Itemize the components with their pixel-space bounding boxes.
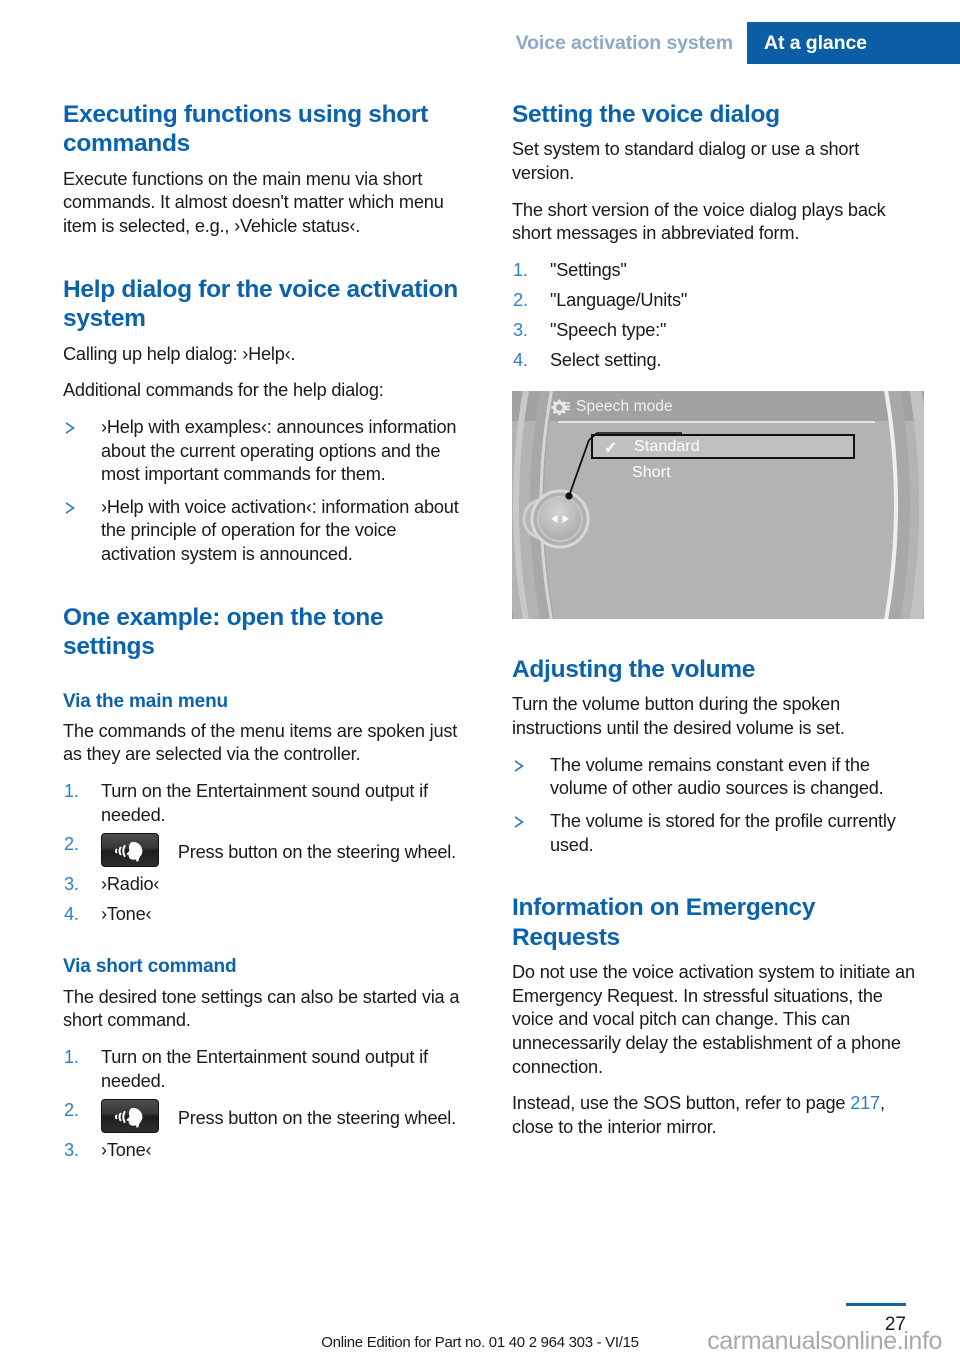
step-number: 3. bbox=[513, 320, 528, 341]
list-item: 1. "Settings" bbox=[512, 259, 924, 283]
sos-text-prefix: Instead, use the SOS button, refer to pa… bbox=[512, 1093, 851, 1114]
paragraph-via-main-menu: The commands of the menu items are spoke… bbox=[63, 720, 458, 765]
help-bullet-list: ›Help with examples‹: announces informat… bbox=[63, 416, 475, 567]
watermark: carmanualsonline.info bbox=[707, 1327, 942, 1355]
paragraph-calling-help: Calling up help dialog: ›Help‹. bbox=[63, 343, 296, 364]
step-text: "Language/Units" bbox=[550, 290, 688, 311]
triangle-bullet-icon bbox=[515, 816, 524, 829]
triangle-bullet-icon bbox=[515, 759, 524, 772]
step-number: 2. bbox=[64, 1100, 79, 1121]
list-item: ›Help with examples‹: announces informat… bbox=[63, 416, 475, 487]
list-item-text: The volume is stored for the profile cur… bbox=[550, 811, 896, 855]
list-item: 1. Turn on the Entertainment sound outpu… bbox=[63, 1046, 475, 1093]
footer-rule bbox=[846, 1303, 906, 1306]
heading-one-example: One example: open the tone settings bbox=[63, 603, 384, 661]
step-text: ›Radio‹ bbox=[101, 874, 160, 895]
voice-button-icon bbox=[101, 833, 159, 868]
running-header: Voice activation system At a glance bbox=[0, 22, 960, 64]
step-number: 2. bbox=[64, 834, 79, 855]
triangle-bullet-icon bbox=[66, 501, 75, 514]
left-column: Executing functions using short commands… bbox=[63, 100, 475, 1176]
heading-via-main-menu: Via the main menu bbox=[63, 690, 228, 712]
page-cross-reference[interactable]: 217 bbox=[850, 1093, 880, 1113]
list-item-text: The volume remains constant even if the … bbox=[550, 754, 884, 799]
list-item-text: ›Help with voice activation‹: informatio… bbox=[101, 496, 459, 565]
step-number: 4. bbox=[513, 350, 528, 371]
step-text: Turn on the Entertainment sound output i… bbox=[101, 781, 428, 825]
header-section-title: Voice activation system bbox=[515, 22, 747, 64]
step-number: 3. bbox=[64, 874, 79, 895]
step-number: 4. bbox=[64, 904, 79, 925]
heading-help-dialog: Help dialog for the voice activation sys… bbox=[63, 275, 458, 333]
header-chapter-title: At a glance bbox=[747, 22, 960, 64]
step-number: 1. bbox=[513, 260, 528, 281]
list-item: 3. "Speech type:" bbox=[512, 319, 924, 343]
step-text: ›Tone‹ bbox=[101, 1140, 152, 1161]
right-column: Setting the voice dialog Set system to s… bbox=[512, 100, 924, 1140]
heading-adjusting-volume: Adjusting the volume bbox=[512, 656, 756, 684]
heading-via-short-command: Via short command bbox=[63, 956, 237, 978]
paragraph-sos-reference: Instead, use the SOS button, refer to pa… bbox=[512, 1092, 924, 1139]
manual-page: Voice activation system At a glance Exec… bbox=[0, 0, 960, 1362]
list-item-text: ›Help with examples‹: announces informat… bbox=[101, 416, 457, 485]
triangle-bullet-icon bbox=[66, 421, 75, 434]
step-text: ›Tone‹ bbox=[101, 904, 152, 925]
step-text: Turn on the Entertainment sound output i… bbox=[101, 1046, 428, 1091]
paragraph-emergency: Do not use the voice activation system t… bbox=[512, 962, 915, 1077]
paragraph-short-version: The short version of the voice dialog pl… bbox=[512, 199, 886, 244]
list-item: ›Help with voice activation‹: informatio… bbox=[63, 496, 475, 567]
step-number: 3. bbox=[64, 1140, 79, 1161]
list-item: The volume is stored for the profile cur… bbox=[512, 810, 924, 857]
paragraph-turn-volume: Turn the volume button during the spoken… bbox=[512, 694, 845, 739]
list-item: 2. "Language/Units" bbox=[512, 289, 924, 313]
paragraph-short-commands: Execute functions on the main menu via s… bbox=[63, 168, 444, 237]
step-text: "Settings" bbox=[550, 260, 627, 281]
heading-emergency-requests: Information on Emergency Requests bbox=[512, 894, 816, 951]
step-text: Press button on the steering wheel. bbox=[177, 1108, 456, 1129]
list-item: 4. ›Tone‹ bbox=[63, 903, 475, 927]
short-command-steps-list: 1. Turn on the Entertainment sound outpu… bbox=[63, 1046, 475, 1163]
list-item: 4. Select setting. bbox=[512, 349, 924, 373]
idrive-screenshot: Speech mode ✓ Standard Short bbox=[512, 391, 924, 620]
dialog-steps-list: 1. "Settings" 2. "Language/Units" 3. "Sp… bbox=[512, 259, 924, 373]
list-item: The volume remains constant even if the … bbox=[512, 754, 924, 801]
list-item: 2. Press button on the steering wheel. bbox=[63, 1099, 475, 1134]
step-number: 1. bbox=[64, 781, 79, 802]
list-item: 3. ›Radio‹ bbox=[63, 873, 475, 897]
paragraph-set-system: Set system to standard dialog or use a s… bbox=[512, 139, 860, 184]
step-number: 2. bbox=[513, 290, 528, 311]
volume-bullet-list: The volume remains constant even if the … bbox=[512, 754, 924, 858]
paragraph-via-short-command: The desired tone settings can also be st… bbox=[63, 986, 460, 1031]
list-item: 2. Press button on the steering wheel. bbox=[63, 833, 475, 868]
list-item: 1. Turn on the Entertainment sound outpu… bbox=[63, 780, 475, 827]
main-menu-steps-list: 1. Turn on the Entertainment sound outpu… bbox=[63, 780, 475, 927]
step-number: 1. bbox=[64, 1046, 79, 1067]
voice-button-icon bbox=[101, 1099, 159, 1134]
step-text: Press button on the steering wheel. bbox=[177, 842, 456, 863]
step-text: "Speech type:" bbox=[550, 320, 667, 341]
heading-executing-functions: Executing functions using short commands bbox=[63, 101, 429, 158]
heading-setting-voice-dialog: Setting the voice dialog bbox=[512, 101, 780, 128]
paragraph-additional-commands: Additional commands for the help dialog: bbox=[63, 380, 384, 401]
callout-pointer-line bbox=[565, 432, 682, 500]
list-item: 3. ›Tone‹ bbox=[63, 1139, 475, 1163]
step-text: Select setting. bbox=[550, 350, 662, 371]
